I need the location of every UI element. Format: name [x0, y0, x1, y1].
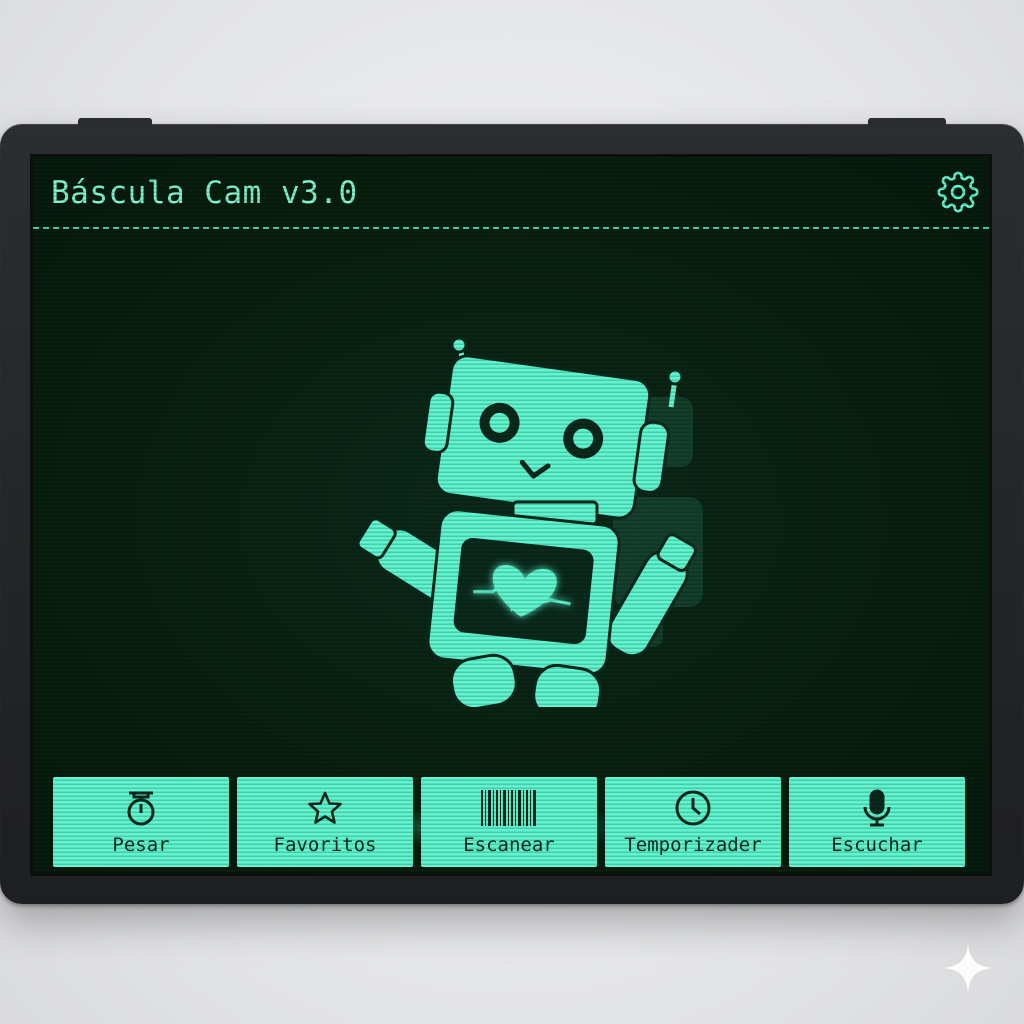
favoritos-button[interactable]: Favoritos	[237, 777, 413, 867]
sparkle-icon	[944, 944, 992, 992]
scale-icon	[127, 791, 155, 826]
microphone-icon	[863, 789, 891, 827]
temporizador-label: Temporizader	[624, 834, 762, 856]
hardware-button-left[interactable]	[78, 118, 152, 126]
star-icon	[308, 791, 342, 824]
pesar-button[interactable]: Pesar	[53, 777, 229, 867]
gear-icon	[937, 171, 979, 213]
favoritos-label: Favoritos	[273, 834, 377, 856]
app-title: Báscula Cam v3.0	[51, 175, 358, 211]
escanear-label: Escanear	[463, 834, 555, 856]
robot-mascot	[313, 307, 733, 722]
bottom-toolbar: Pesar Favoritos Escanear Temporizader Es…	[53, 777, 969, 869]
pesar-label: Pesar	[112, 834, 170, 856]
app-screen: Báscula Cam v3.0 Pesar Favoritos Escanea…	[30, 154, 992, 876]
robot-icon	[356, 336, 703, 722]
header-bar: Báscula Cam v3.0	[33, 157, 989, 229]
settings-button[interactable]	[937, 171, 979, 213]
temporizador-button[interactable]: Temporizader	[605, 777, 781, 867]
clock-icon	[675, 790, 711, 826]
tablet-device: Báscula Cam v3.0 Pesar Favoritos Escanea…	[0, 118, 1024, 904]
escuchar-button[interactable]: Escuchar	[789, 777, 965, 867]
escuchar-label: Escuchar	[831, 834, 923, 856]
hardware-button-right[interactable]	[868, 118, 946, 126]
escanear-button[interactable]: Escanear	[421, 777, 597, 867]
barcode-icon	[481, 790, 536, 826]
